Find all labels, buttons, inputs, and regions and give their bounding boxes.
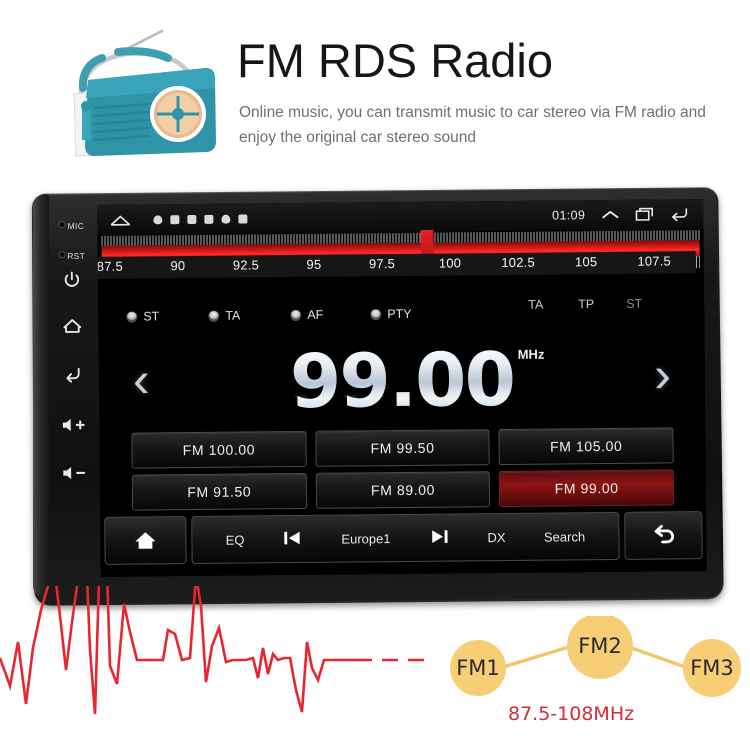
rds-indicator-tp: TP: [578, 297, 595, 312]
preset-grid: FM 100.00 FM 99.50 FM 105.00 FM 91.50 FM…: [131, 427, 675, 511]
back-arrow-icon[interactable]: [669, 207, 689, 222]
rds-toggle-st-label: ST: [143, 309, 160, 324]
sd-card-icon: [170, 214, 180, 224]
tuner-scale-tick: 105: [574, 254, 598, 270]
footer-graphic: FM1 FM2 FM3 87.5-108MHz: [0, 586, 750, 750]
home-outline-icon: [110, 215, 131, 226]
android-status-bar: 01:09: [97, 199, 704, 235]
power-button[interactable]: [46, 270, 98, 290]
rds-toggle-pty-label: PTY: [387, 306, 412, 322]
frequency-unit: MHz: [517, 346, 545, 362]
chevron-up-icon[interactable]: [601, 208, 619, 221]
led-icon: [126, 311, 138, 323]
hardware-back-button[interactable]: [47, 364, 99, 384]
tuner-scale-tick: 92.5: [232, 257, 260, 273]
power-icon: [64, 271, 80, 287]
reset-icon[interactable]: [58, 251, 66, 259]
page-title: FM RDS Radio: [237, 34, 554, 87]
preset-button[interactable]: FM 100.00: [131, 430, 307, 469]
led-icon: [370, 308, 382, 320]
band-range-label: 87.5-108MHz: [508, 703, 635, 725]
screen-home-button[interactable]: [104, 516, 187, 565]
reset-hole[interactable]: RST: [46, 246, 98, 264]
frequency-value: 99.00: [99, 335, 706, 427]
fm1-label: FM1: [456, 656, 500, 680]
volume-down-icon: [63, 466, 86, 480]
usb-icon: [187, 214, 197, 224]
recents-icon[interactable]: [635, 207, 654, 222]
rds-toggle-ta[interactable]: TA: [208, 309, 240, 323]
sim-icon: [204, 214, 214, 224]
rds-toggle-af-label: AF: [307, 307, 324, 322]
fm3-label: FM3: [690, 656, 734, 680]
reset-label: RST: [67, 250, 86, 262]
battery-icon: [238, 213, 248, 224]
tuner-scale-tick: 90: [170, 258, 186, 274]
tuner-scale-tick: 100: [438, 255, 462, 271]
mic-hole: MIC: [45, 216, 97, 234]
preset-button[interactable]: FM 105.00: [498, 427, 674, 466]
header: FM RDS Radio Online music, you can trans…: [0, 0, 750, 180]
screen-back-button[interactable]: [624, 511, 703, 560]
status-clock: 01:09: [552, 208, 586, 223]
rds-toggle-st[interactable]: ST: [126, 309, 159, 323]
home-icon: [135, 532, 156, 549]
volume-up-button[interactable]: [47, 416, 99, 434]
prev-track-button[interactable]: [283, 528, 303, 549]
location-icon: [153, 214, 163, 224]
fm2-label: FM2: [578, 634, 622, 658]
tuner-scale-tick: 95: [306, 256, 322, 272]
mic-icon: [58, 221, 66, 229]
next-track-icon: [431, 529, 448, 543]
hardware-button-column: MIC RST: [45, 198, 101, 594]
volume-down-button[interactable]: [48, 464, 100, 482]
tuner-scale-tick: 87.5: [97, 258, 123, 274]
led-icon: [290, 309, 302, 321]
rds-toggle-pty[interactable]: PTY: [370, 306, 412, 322]
return-arrow-icon: [654, 524, 674, 544]
back-icon: [66, 367, 80, 383]
screen-bottom-bar: EQ Europe1 DX Search: [104, 511, 703, 565]
volume-up-icon: [62, 418, 85, 432]
preset-button-active[interactable]: FM 99.00: [499, 469, 675, 508]
tuner-scale-tick: 97.5: [368, 256, 396, 272]
tuner-scale-tick: 102.5: [501, 254, 535, 271]
preset-button[interactable]: FM 91.50: [131, 472, 307, 511]
retro-radio-illustration: [58, 28, 233, 163]
home-icon: [63, 319, 82, 333]
page-subtitle: Online music, you can transmit music to …: [239, 104, 706, 147]
bluetooth-icon: [221, 214, 231, 224]
eq-button[interactable]: EQ: [226, 532, 245, 547]
touchscreen[interactable]: 01:09 87.5 90 92.5 95 97.5 100 102.5 105…: [97, 199, 707, 577]
preset-button[interactable]: FM 99.50: [315, 429, 491, 467]
frequency-display: ‹ › 99.00 MHz 99.00: [98, 329, 705, 427]
rds-indicator-st: ST: [626, 296, 643, 311]
preset-button[interactable]: FM 89.00: [315, 471, 491, 509]
next-track-button[interactable]: [429, 527, 449, 548]
transport-bar: EQ Europe1 DX Search: [191, 511, 620, 565]
dx-button[interactable]: DX: [487, 530, 505, 545]
search-button[interactable]: Search: [544, 529, 585, 544]
car-stereo-device: MIC RST 01:09 87.5 90 92.5 95 97.5 100 1…: [31, 187, 724, 606]
station-name[interactable]: Europe1: [341, 531, 390, 546]
rds-indicator-ta: TA: [528, 297, 544, 312]
prev-track-icon: [284, 531, 301, 544]
rds-toggle-af[interactable]: AF: [290, 308, 323, 322]
hardware-home-button[interactable]: [46, 316, 98, 336]
led-icon: [208, 310, 220, 322]
mic-label: MIC: [67, 220, 85, 232]
rds-toggle-ta-label: TA: [225, 308, 241, 323]
tuner-scale-tick: 107.5: [637, 253, 672, 269]
